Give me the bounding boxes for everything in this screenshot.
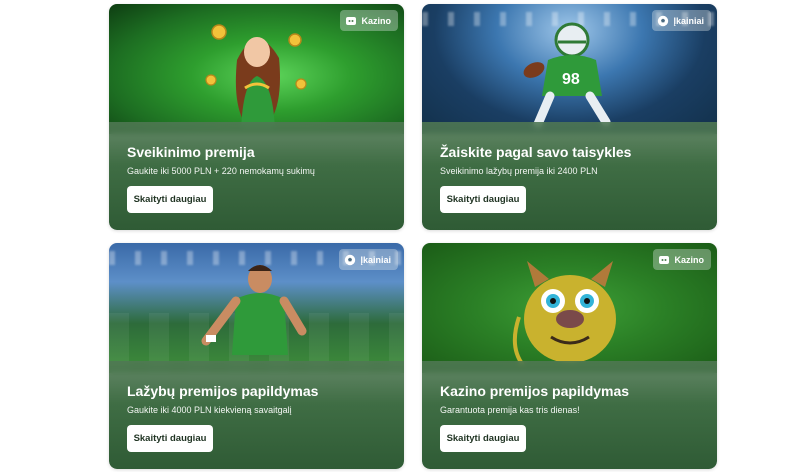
lady-illustration <box>204 24 307 130</box>
promo-title: Sveikinimo premija <box>127 144 255 160</box>
promo-title: Lažybų premijos papildymas <box>127 383 319 399</box>
promo-card-info: Lažybų premijos papildymas Gaukite iki 4… <box>109 361 404 469</box>
casino-chip-icon <box>345 15 357 27</box>
promo-card-info: Kazino premijos papildymas Garantuota pr… <box>422 361 717 469</box>
football-player-illustration: 98 <box>523 22 610 129</box>
promo-subtitle: Gaukite iki 4000 PLN kiekvieną savaitgal… <box>127 405 292 415</box>
promo-card-welcome-bonus[interactable]: Sveikinimo premija Gaukite iki 5000 PLN … <box>109 4 404 230</box>
category-badge: Kazino <box>340 10 398 31</box>
badge-label: Kazino <box>674 254 704 265</box>
promo-card-casino-reload[interactable]: Kazino premijos papildymas Garantuota pr… <box>422 243 717 469</box>
promo-subtitle: Gaukite iki 5000 PLN + 220 nemokamų suki… <box>127 166 315 176</box>
svg-text:98: 98 <box>562 71 580 88</box>
soccer-ball-icon <box>657 15 669 27</box>
badge-label: Kazino <box>361 15 391 26</box>
promo-subtitle: Garantuota premija kas tris dienas! <box>440 405 580 415</box>
category-badge: Įkainiai <box>339 249 398 270</box>
badge-label: Įkainiai <box>360 254 391 265</box>
promo-card-info: Žaiskite pagal savo taisykles Sveikinimo… <box>422 122 717 230</box>
read-more-button[interactable]: Skaityti daugiau <box>127 186 213 213</box>
read-more-button[interactable]: Skaityti daugiau <box>440 425 526 452</box>
promo-title: Kazino premijos papildymas <box>440 383 630 399</box>
promotions-grid: Sveikinimo premija Gaukite iki 5000 PLN … <box>0 0 800 472</box>
promo-card-sports-rules[interactable]: 98 Žaiskite pagal savo taisykles Sveikin… <box>422 4 717 230</box>
monster-illustration <box>512 261 616 367</box>
read-more-button[interactable]: Skaityti daugiau <box>440 186 526 213</box>
soccer-player-illustration <box>201 265 306 355</box>
soccer-ball-icon <box>344 254 356 266</box>
promo-card-info: Sveikinimo premija Gaukite iki 5000 PLN … <box>109 122 404 230</box>
read-more-button[interactable]: Skaityti daugiau <box>127 425 213 452</box>
category-badge: Kazino <box>653 249 711 270</box>
promo-card-sports-reload[interactable]: Lažybų premijos papildymas Gaukite iki 4… <box>109 243 404 469</box>
category-badge: Įkainiai <box>652 10 711 31</box>
casino-chip-icon <box>658 254 670 266</box>
badge-label: Įkainiai <box>673 15 704 26</box>
promo-subtitle: Sveikinimo lažybų premija iki 2400 PLN <box>440 166 598 176</box>
promo-title: Žaiskite pagal savo taisykles <box>440 144 632 160</box>
